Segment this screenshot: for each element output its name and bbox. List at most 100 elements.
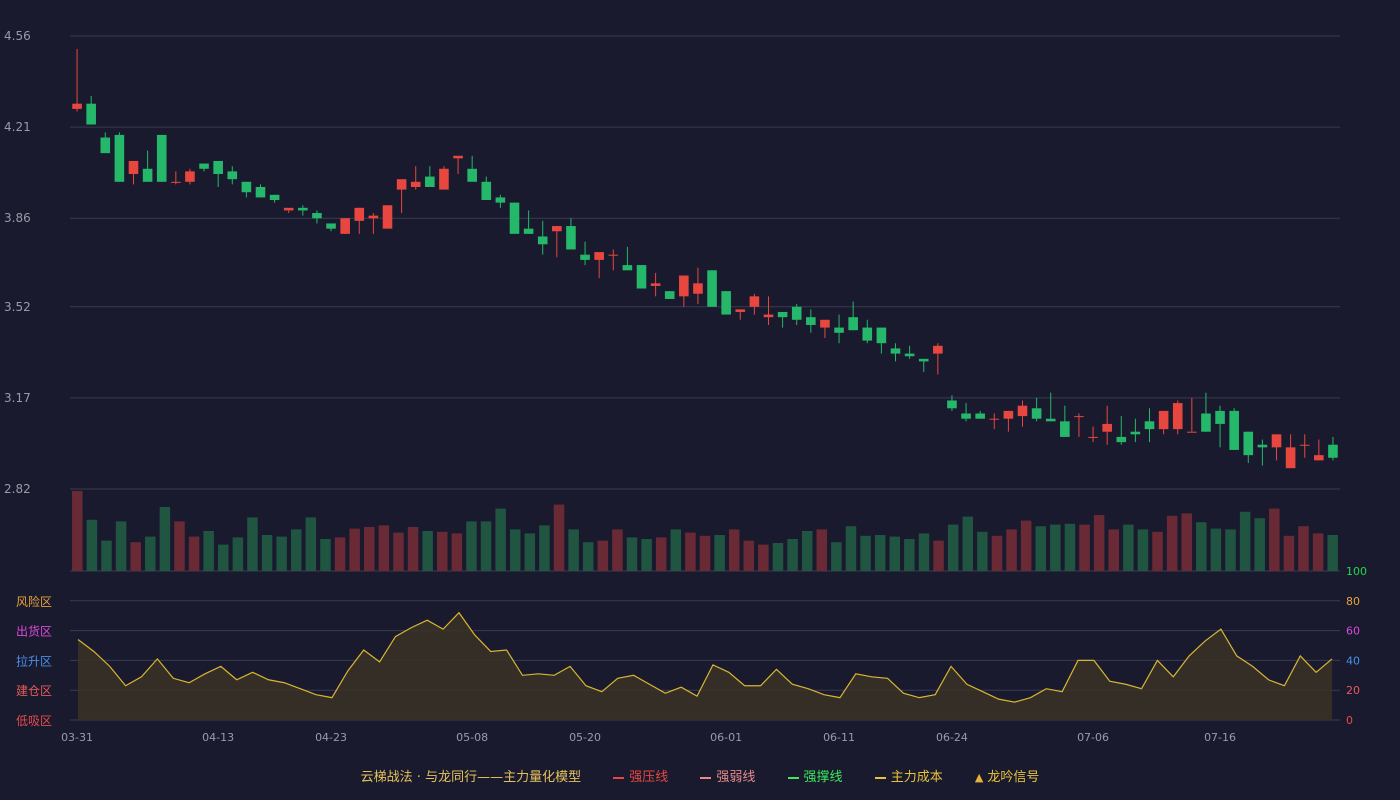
candle[interactable] [890,343,901,362]
candle[interactable] [326,223,336,232]
candle[interactable] [735,309,746,320]
candle[interactable] [213,160,223,187]
legend-item-strong-pressure[interactable]: 强压线 [613,766,668,785]
candle[interactable] [298,205,308,216]
candle[interactable] [1215,405,1225,448]
candle-body [269,194,280,201]
candle[interactable] [199,163,209,172]
candle[interactable] [777,311,788,328]
candle[interactable] [241,181,252,198]
legend-item-main-cost[interactable]: 主力成本 [874,766,943,785]
candle[interactable] [453,155,463,174]
candle[interactable] [876,327,887,354]
candle[interactable] [382,205,393,229]
candle[interactable] [1328,436,1338,461]
candle[interactable] [848,301,858,331]
candle[interactable] [679,275,689,307]
candle[interactable] [749,293,760,315]
volume-bar [1166,515,1178,571]
candle[interactable] [989,413,1000,430]
candle[interactable] [255,184,266,198]
candle[interactable] [1003,410,1014,432]
candle[interactable] [537,220,548,255]
candle[interactable] [834,314,844,344]
candle[interactable] [806,309,816,333]
candle[interactable] [340,218,350,234]
candle[interactable] [410,166,421,190]
candle[interactable] [86,95,96,125]
candle[interactable] [269,194,280,203]
candle[interactable] [425,166,435,187]
candle[interactable] [1144,408,1155,443]
candle[interactable] [1074,413,1084,437]
candle[interactable] [820,319,830,338]
candle[interactable] [156,134,167,182]
candle[interactable] [142,150,153,182]
candle[interactable] [1088,426,1098,443]
candle[interactable] [1017,400,1028,427]
candle[interactable] [608,249,619,271]
candle-body [340,218,350,234]
candle[interactable] [1299,434,1310,458]
candle[interactable] [185,168,195,185]
candle[interactable] [1045,392,1056,422]
candle[interactable] [396,179,407,214]
candle[interactable] [622,246,633,271]
candle[interactable] [1158,410,1169,435]
candle[interactable] [1271,434,1282,461]
candle[interactable] [1130,418,1141,443]
candle[interactable] [1031,397,1042,422]
candle[interactable] [312,210,322,224]
candle-body [650,283,661,286]
candle[interactable] [523,210,534,234]
candle[interactable] [975,410,985,419]
candle[interactable] [918,358,929,372]
candle[interactable] [1201,392,1211,432]
candle[interactable] [862,319,873,344]
candle[interactable] [509,202,520,234]
candle[interactable] [763,296,774,325]
candle[interactable] [1102,405,1112,445]
candle[interactable] [721,291,731,315]
candle[interactable] [100,132,111,154]
candle[interactable] [1285,434,1296,469]
candle[interactable] [650,272,661,297]
candle[interactable] [1187,397,1197,433]
candle[interactable] [1116,416,1127,445]
candle[interactable] [791,304,802,325]
candle[interactable] [961,403,971,422]
legend-item-strength-line[interactable]: 强弱线 [700,766,755,785]
candle[interactable] [467,155,477,182]
candle[interactable] [552,226,562,258]
candle[interactable] [354,207,365,234]
legend-item-dragon-signal[interactable]: ▲ 龙吟信号 [975,766,1039,785]
candle[interactable] [664,291,675,299]
candle[interactable] [1314,439,1324,461]
candle[interactable] [594,252,604,279]
candle[interactable] [580,241,590,266]
volume-bar [816,529,828,571]
candle[interactable] [283,207,294,214]
candle[interactable] [707,270,717,307]
candle[interactable] [1243,431,1254,463]
candle[interactable] [1060,405,1070,437]
candle[interactable] [495,194,506,208]
candle[interactable] [481,176,492,201]
candle[interactable] [227,166,238,185]
volume-bar [685,532,696,571]
candle[interactable] [72,49,82,112]
candle[interactable] [1172,400,1183,435]
candle[interactable] [933,343,943,375]
candle[interactable] [368,213,379,234]
candle[interactable] [566,218,576,250]
candle[interactable] [693,267,703,305]
candle[interactable] [904,345,915,359]
candle[interactable] [1257,439,1268,466]
candle[interactable] [636,265,647,289]
candle[interactable] [1229,408,1239,450]
candle[interactable] [439,166,449,190]
candle[interactable] [128,160,139,185]
candle[interactable] [171,171,181,185]
candle[interactable] [114,132,125,182]
legend-item-strong-support[interactable]: 强撑线 [787,766,843,785]
